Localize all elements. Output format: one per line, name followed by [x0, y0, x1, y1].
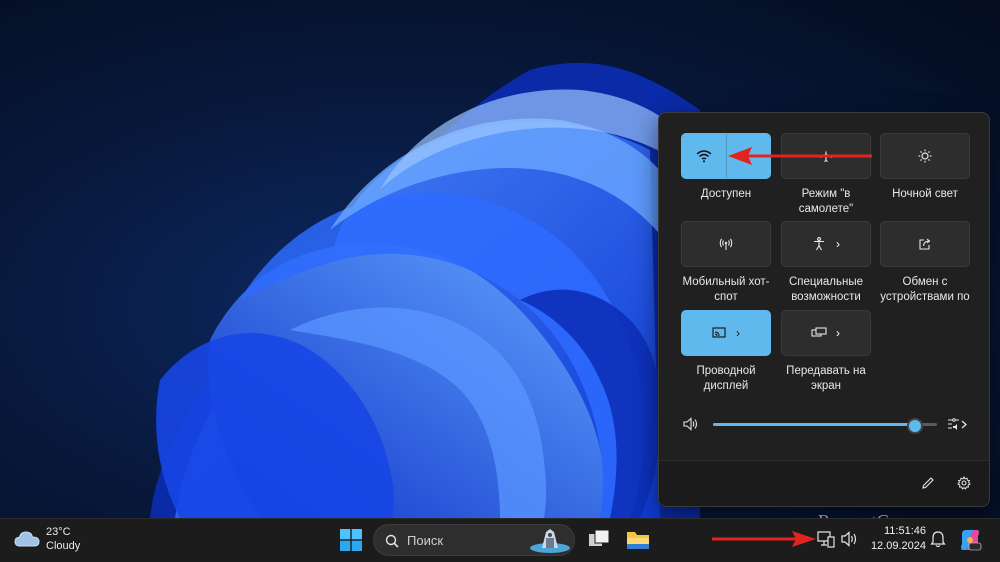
volume-row — [681, 413, 971, 435]
tile-label-night-light: Ночной свет — [892, 188, 958, 200]
weather-temperature: 23°C — [46, 526, 71, 538]
tile-night-light: Ночной свет — [880, 133, 970, 202]
copilot-icon[interactable] — [958, 528, 982, 552]
volume-icon[interactable] — [840, 529, 860, 549]
accessibility-toggle[interactable]: › — [781, 221, 871, 267]
nearby-sharing-toggle[interactable] — [880, 221, 970, 267]
tile-nearby-sharing: Обмен с устройствами по — [880, 221, 970, 305]
annotation-arrow-wifi — [728, 147, 872, 165]
audio-output-icon[interactable] — [947, 415, 969, 433]
notification-bell-icon[interactable] — [929, 530, 947, 548]
task-view-button[interactable] — [586, 527, 612, 553]
volume-slider[interactable] — [713, 418, 937, 434]
volume-slider-fill — [713, 423, 915, 426]
taskbar-search[interactable]: Поиск — [373, 524, 575, 556]
annotation-arrow-tray — [712, 531, 816, 547]
tile-label-wifi: Доступен — [700, 188, 752, 200]
windows-logo-icon — [340, 529, 362, 551]
settings-gear-icon[interactable] — [955, 474, 973, 492]
share-icon — [918, 237, 932, 251]
tile-hotspot: Мобильный хот- спот — [681, 221, 771, 305]
tile-wired-display: › Проводной дисплей — [681, 310, 771, 394]
folder-icon — [627, 532, 649, 549]
project-icon — [811, 327, 827, 339]
tile-label-nearby-sharing: Обмен с устройствами по — [880, 276, 970, 303]
accessibility-icon — [812, 237, 826, 251]
cast-icon — [712, 327, 726, 339]
quick-settings-panel: Доступен Режим "в самолете" Ночной свет — [658, 112, 990, 507]
cloud-icon — [14, 530, 40, 548]
project-toggle[interactable]: › — [781, 310, 871, 356]
hotspot-icon — [719, 237, 733, 251]
chevron-right-icon: › — [736, 326, 740, 340]
volume-slider-thumb[interactable] — [906, 418, 923, 434]
tile-label-project: Передавать на экран — [786, 365, 866, 392]
clock-time: 11:51:46 — [883, 525, 926, 537]
search-icon — [385, 534, 399, 548]
tile-label-airplane: Режим "в самолете" — [798, 188, 854, 215]
network-icon[interactable] — [816, 529, 836, 549]
hotspot-toggle[interactable] — [681, 221, 771, 267]
chevron-right-icon: › — [836, 326, 840, 340]
night-light-icon — [918, 149, 932, 163]
night-light-toggle[interactable] — [880, 133, 970, 179]
file-explorer-button[interactable] — [625, 527, 651, 553]
speaker-icon[interactable] — [683, 417, 699, 431]
quick-settings-footer — [659, 460, 989, 506]
weather-condition: Cloudy — [46, 540, 81, 552]
tile-label-wired-display: Проводной дисплей — [696, 365, 756, 392]
taskbar-clock[interactable]: 11:51:46 12.09.2024 — [864, 524, 926, 554]
tile-label-accessibility: Специальные возможности — [788, 276, 864, 303]
taskbar: 23°C Cloudy Поиск 11:51:46 12.09.2024 — [0, 518, 1000, 562]
edit-icon[interactable] — [919, 474, 937, 492]
search-highlight-icon — [528, 526, 572, 554]
clock-date: 12.09.2024 — [870, 540, 926, 552]
start-button[interactable] — [340, 529, 362, 551]
wifi-icon[interactable] — [682, 134, 726, 178]
chevron-right-icon: › — [836, 237, 840, 251]
wired-display-toggle[interactable]: › — [681, 310, 771, 356]
task-view-icon — [589, 529, 610, 546]
tile-label-hotspot: Мобильный хот- спот — [682, 276, 770, 303]
tile-project: › Передавать на экран — [781, 310, 871, 394]
tile-accessibility: › Специальные возможности — [781, 221, 871, 305]
search-placeholder: Поиск — [407, 533, 444, 548]
weather-widget[interactable]: 23°C Cloudy — [14, 525, 80, 553]
weather-text: 23°C Cloudy — [46, 525, 80, 553]
